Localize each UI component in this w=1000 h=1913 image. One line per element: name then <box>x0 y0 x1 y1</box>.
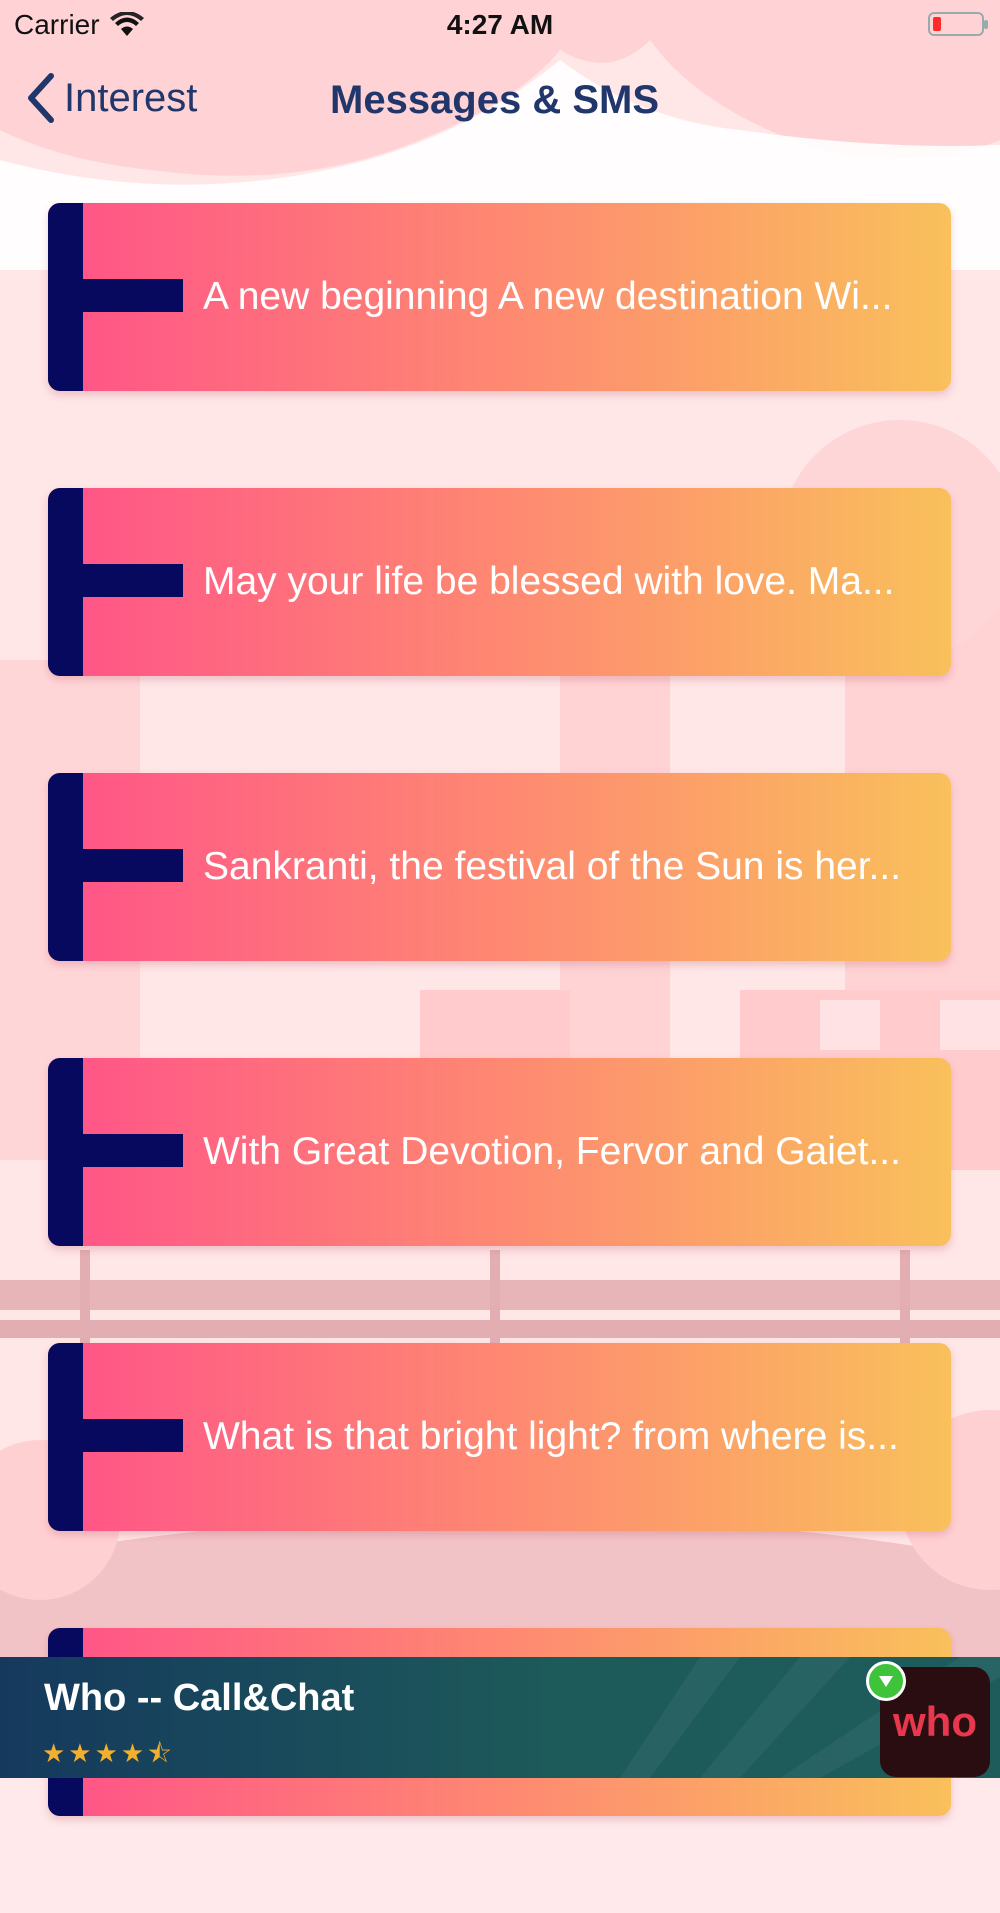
back-button[interactable]: Interest <box>26 73 197 123</box>
message-preview: A new beginning A new destination Wi... <box>203 275 893 318</box>
arrow-down-icon <box>879 1676 893 1687</box>
ad-banner[interactable]: Who -- Call&Chat ★★★★⯪ who <box>0 1657 1000 1778</box>
message-preview: With Great Devotion, Fervor and Gaiet... <box>203 1130 901 1173</box>
download-icon[interactable] <box>866 1661 906 1701</box>
message-preview: What is that bright light? from where is… <box>203 1415 899 1458</box>
card-accent-arm <box>83 1419 183 1452</box>
card-accent-bar <box>48 1343 83 1531</box>
card-accent-bar <box>48 1058 83 1246</box>
message-preview: Sankranti, the festival of the Sun is he… <box>203 845 902 888</box>
message-card[interactable]: May your life be blessed with love. Ma..… <box>48 488 951 676</box>
page-title: Messages & SMS <box>330 78 660 122</box>
card-accent-arm <box>83 279 183 312</box>
status-bar: Carrier 4:27 AM <box>0 0 1000 50</box>
battery-level <box>933 17 941 31</box>
battery-icon <box>928 12 988 36</box>
chevron-left-icon <box>28 73 54 123</box>
message-card[interactable]: What is that bright light? from where is… <box>48 1343 951 1531</box>
ad-logo-text: who <box>893 1698 977 1745</box>
navigation-bar: Interest Messages & SMS <box>0 58 1000 148</box>
card-accent-arm <box>83 1134 183 1167</box>
message-card[interactable]: Sankranti, the festival of the Sun is he… <box>48 773 951 961</box>
message-card[interactable]: A new beginning A new destination Wi... <box>48 203 951 391</box>
message-card[interactable]: With Great Devotion, Fervor and Gaiet... <box>48 1058 951 1246</box>
message-preview: May your life be blessed with love. Ma..… <box>203 560 895 603</box>
card-accent-bar <box>48 488 83 676</box>
card-accent-arm <box>83 849 183 882</box>
clock: 4:27 AM <box>446 9 554 40</box>
back-label: Interest <box>64 75 198 120</box>
card-accent-bar <box>48 773 83 961</box>
ad-rating-stars: ★★★★⯪ <box>42 1738 175 1768</box>
card-accent-bar <box>48 203 83 391</box>
card-accent-arm <box>83 564 183 597</box>
ad-app-name: Who -- Call&Chat <box>44 1677 355 1719</box>
